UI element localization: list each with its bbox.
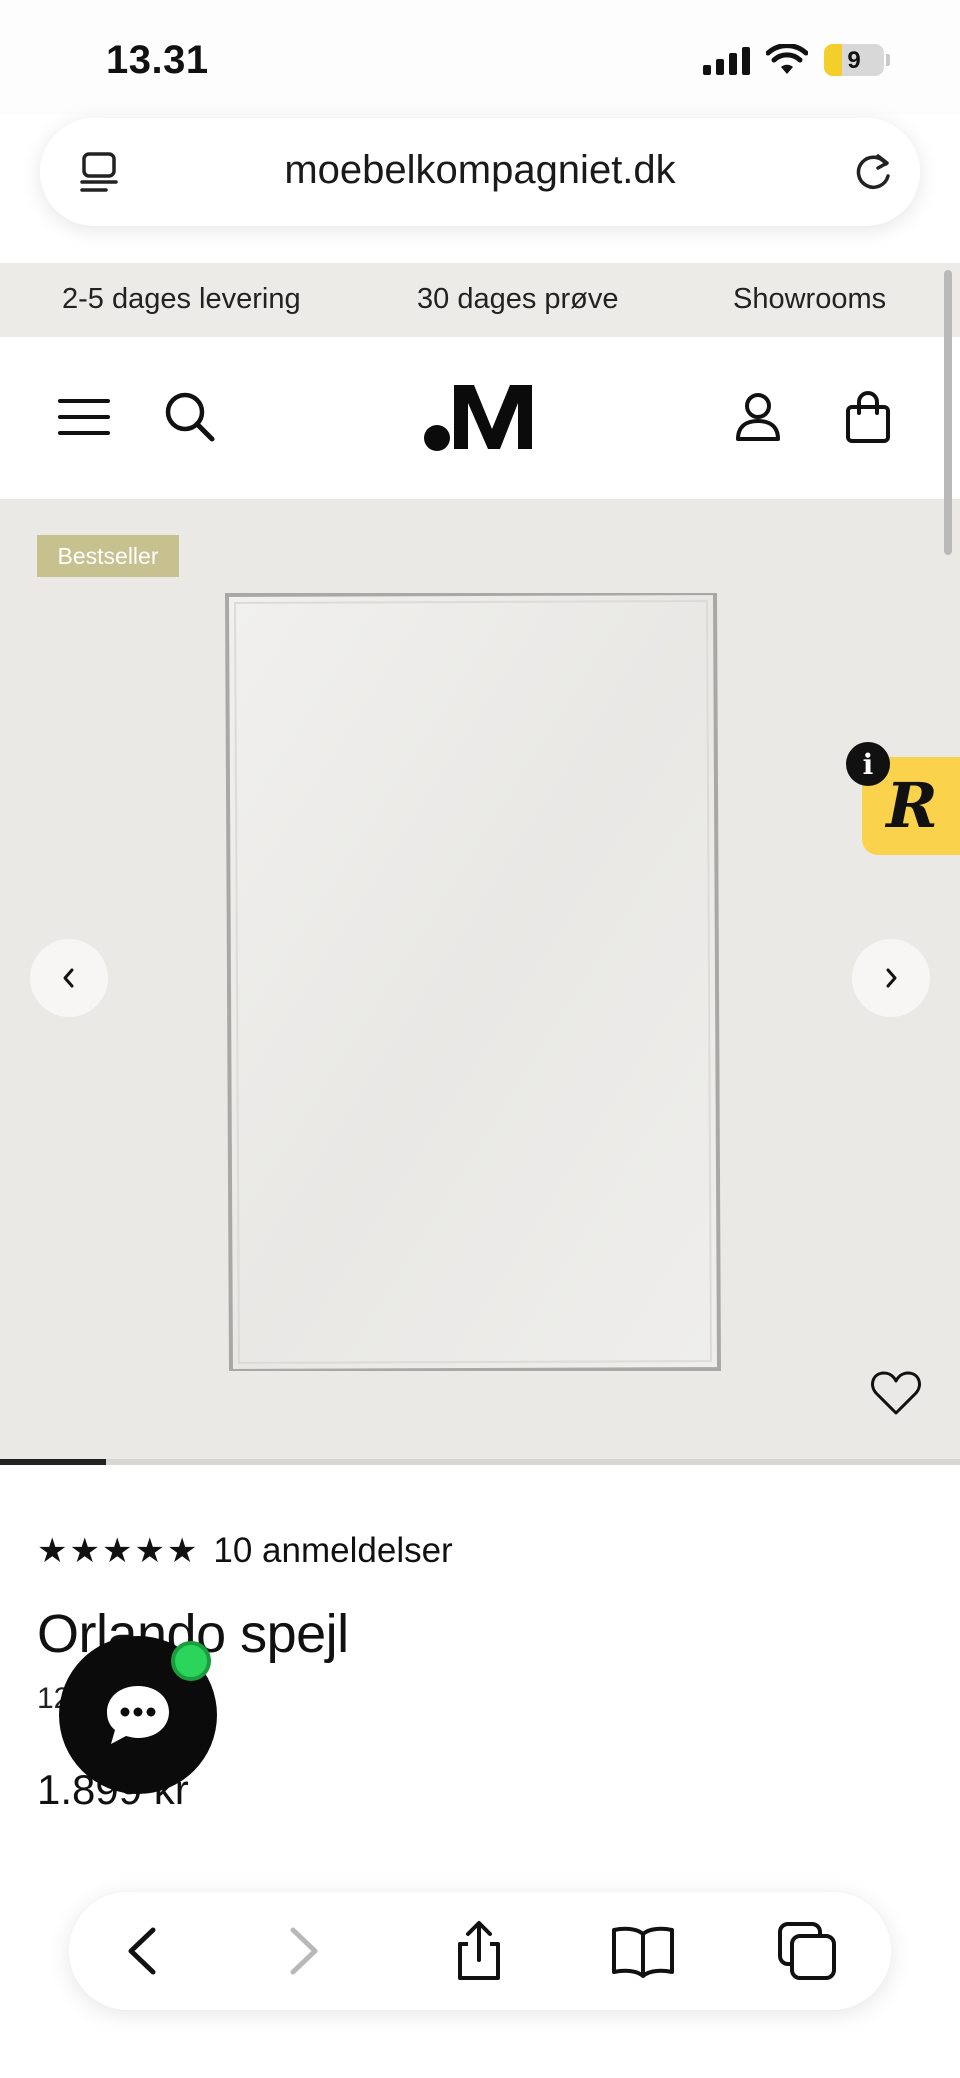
product-image-mirror[interactable] [225, 593, 721, 1371]
search-icon[interactable] [160, 387, 220, 447]
status-bar: 13.31 9 [0, 0, 960, 115]
share-icon[interactable] [446, 1918, 512, 1984]
page-scrollbar[interactable] [944, 270, 952, 555]
gallery-prev-button[interactable] [30, 939, 108, 1017]
status-time: 13.31 [106, 38, 209, 82]
url-text[interactable]: moebelkompagniet.dk [40, 148, 920, 193]
online-status-dot [171, 1641, 211, 1681]
menu-icon[interactable] [54, 387, 114, 447]
chevron-left-icon [63, 968, 74, 988]
forward-icon[interactable] [269, 1918, 335, 1984]
product-rating[interactable]: ★★★★★ 10 anmeldelser [37, 1531, 453, 1571]
chat-bubble-icon [107, 1686, 169, 1744]
cellular-signal-icon [703, 45, 750, 75]
wifi-icon [766, 44, 808, 74]
info-icon[interactable]: i [846, 742, 890, 786]
promo-showrooms[interactable]: Showrooms [733, 283, 886, 316]
promo-bar: 2-5 dages levering 30 dages prøve Showro… [0, 263, 960, 337]
cart-icon[interactable] [838, 387, 898, 447]
site-logo[interactable] [420, 379, 540, 455]
address-bar[interactable]: moebelkompagniet.dk [40, 118, 920, 226]
tabs-icon[interactable] [774, 1918, 840, 1984]
gallery-progress-fill [0, 1459, 106, 1465]
back-icon[interactable] [111, 1918, 177, 1984]
site-header [0, 337, 960, 499]
review-count[interactable]: 10 anmeldelser [213, 1531, 452, 1571]
battery-level: 9 [847, 47, 861, 74]
promo-delivery[interactable]: 2-5 dages levering [62, 283, 301, 316]
wishlist-heart-icon[interactable] [870, 1369, 922, 1417]
account-icon[interactable] [728, 387, 788, 447]
reviews-widget-letter: R [884, 769, 938, 842]
battery-icon: 9 [824, 44, 890, 76]
browser-toolbar [69, 1892, 891, 2010]
gallery-progress [0, 1459, 960, 1465]
status-icons: 9 [703, 44, 890, 76]
gallery-next-button[interactable] [852, 939, 930, 1017]
bookmarks-icon[interactable] [610, 1918, 676, 1984]
product-gallery[interactable]: Bestseller [0, 499, 960, 1459]
rating-stars: ★★★★★ [37, 1531, 200, 1571]
bestseller-badge: Bestseller [37, 535, 179, 577]
promo-trial[interactable]: 30 dages prøve [417, 283, 619, 316]
reload-icon[interactable] [848, 146, 898, 196]
chevron-right-icon [886, 968, 897, 988]
